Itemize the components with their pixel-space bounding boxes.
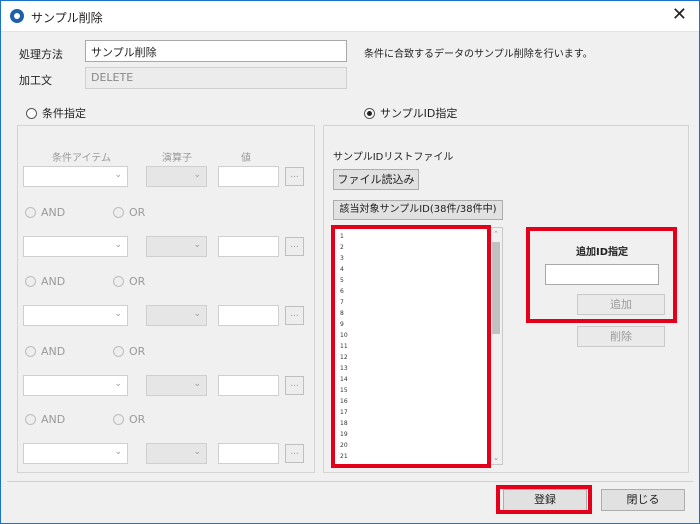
title-bar: サンプル削除 ✕ <box>1 1 699 32</box>
and-label: AND <box>41 413 66 426</box>
condition-value-input[interactable] <box>218 443 279 464</box>
close-icon[interactable]: ✕ <box>672 5 687 25</box>
radio-off-icon <box>25 346 36 357</box>
condition-value-input[interactable] <box>218 236 279 257</box>
app-logo-icon <box>10 9 24 23</box>
radio-off-icon <box>113 346 124 357</box>
operator-select[interactable]: ⌄ <box>146 375 207 396</box>
operator-select[interactable]: ⌄ <box>146 166 207 187</box>
value-picker-button[interactable]: ... <box>285 167 304 186</box>
and-label: AND <box>41 345 66 358</box>
or-radio[interactable]: OR <box>113 413 145 426</box>
scroll-up-icon[interactable]: ⌃ <box>490 228 502 240</box>
target-count-button[interactable]: 該当対象サンプルID(38件/38件中) <box>333 200 503 220</box>
sample-id-mode-label: サンプルID指定 <box>380 107 458 120</box>
load-file-button[interactable]: ファイル読込み <box>333 169 419 190</box>
chevron-down-icon: ⌄ <box>114 379 122 389</box>
condition-value-input[interactable] <box>218 166 279 187</box>
operator-select[interactable]: ⌄ <box>146 305 207 326</box>
list-file-label: サンプルIDリストファイル <box>333 152 454 163</box>
value-picker-button[interactable]: ... <box>285 306 304 325</box>
value-picker-button[interactable]: ... <box>285 444 304 463</box>
chevron-down-icon: ⌄ <box>114 170 122 180</box>
radio-off-icon <box>113 207 124 218</box>
operator-select[interactable]: ⌄ <box>146 443 207 464</box>
condition-item-select[interactable]: ⌄ <box>23 375 128 396</box>
and-radio[interactable]: AND <box>25 413 65 426</box>
scroll-down-icon[interactable]: ⌄ <box>490 452 502 464</box>
or-label: OR <box>129 206 146 219</box>
radio-off-icon <box>25 414 36 425</box>
and-radio[interactable]: AND <box>25 275 65 288</box>
chevron-down-icon: ⌄ <box>193 240 201 250</box>
chevron-down-icon: ⌄ <box>114 240 122 250</box>
and-radio[interactable]: AND <box>25 206 65 219</box>
processing-text-field: DELETE <box>85 67 347 89</box>
radio-on-icon <box>364 107 375 119</box>
chevron-down-icon: ⌄ <box>193 379 201 389</box>
highlight-add-id <box>526 227 677 323</box>
condition-mode-label: 条件指定 <box>42 107 86 120</box>
column-header-operator: 演算子 <box>162 153 192 164</box>
column-header-item: 条件アイテム <box>52 153 111 164</box>
condition-value-input[interactable] <box>218 375 279 396</box>
radio-off-icon <box>25 276 36 287</box>
process-method-label: 処理方法 <box>19 48 63 61</box>
scroll-thumb[interactable] <box>492 242 500 334</box>
or-radio[interactable]: OR <box>113 206 145 219</box>
radio-off-icon <box>25 207 36 218</box>
or-radio[interactable]: OR <box>113 345 145 358</box>
condition-value-input[interactable] <box>218 305 279 326</box>
or-label: OR <box>129 345 146 358</box>
condition-item-select[interactable]: ⌄ <box>23 443 128 464</box>
and-radio[interactable]: AND <box>25 345 65 358</box>
dialog-window: サンプル削除 ✕ 処理方法 サンプル削除 条件に合致するデータのサンプル削除を行… <box>0 0 700 524</box>
chevron-down-icon: ⌄ <box>193 170 201 180</box>
radio-off-icon <box>26 107 37 119</box>
condition-mode-radio[interactable]: 条件指定 <box>26 105 86 121</box>
chevron-down-icon: ⌄ <box>114 447 122 457</box>
condition-item-select[interactable]: ⌄ <box>23 236 128 257</box>
value-picker-button[interactable]: ... <box>285 376 304 395</box>
value-picker-button[interactable]: ... <box>285 237 304 256</box>
or-label: OR <box>129 275 146 288</box>
process-description: 条件に合致するデータのサンプル削除を行います。 <box>364 49 593 60</box>
window-title: サンプル削除 <box>31 11 103 25</box>
radio-off-icon <box>113 276 124 287</box>
chevron-down-icon: ⌄ <box>193 447 201 457</box>
footer-separator <box>7 481 693 482</box>
radio-off-icon <box>113 414 124 425</box>
close-button[interactable]: 閉じる <box>601 489 685 511</box>
highlight-id-list <box>331 225 491 468</box>
chevron-down-icon: ⌄ <box>193 309 201 319</box>
or-label: OR <box>129 413 146 426</box>
and-label: AND <box>41 206 66 219</box>
process-method-field[interactable]: サンプル削除 <box>85 40 347 62</box>
chevron-down-icon: ⌄ <box>114 309 122 319</box>
and-label: AND <box>41 275 66 288</box>
sample-id-mode-radio[interactable]: サンプルID指定 <box>364 105 457 121</box>
condition-item-select[interactable]: ⌄ <box>23 166 128 187</box>
highlight-register <box>496 485 592 514</box>
or-radio[interactable]: OR <box>113 275 145 288</box>
condition-item-select[interactable]: ⌄ <box>23 305 128 326</box>
delete-button[interactable]: 削除 <box>577 326 665 347</box>
column-header-value: 値 <box>241 153 251 164</box>
operator-select[interactable]: ⌄ <box>146 236 207 257</box>
processing-text-label: 加工文 <box>19 74 52 87</box>
